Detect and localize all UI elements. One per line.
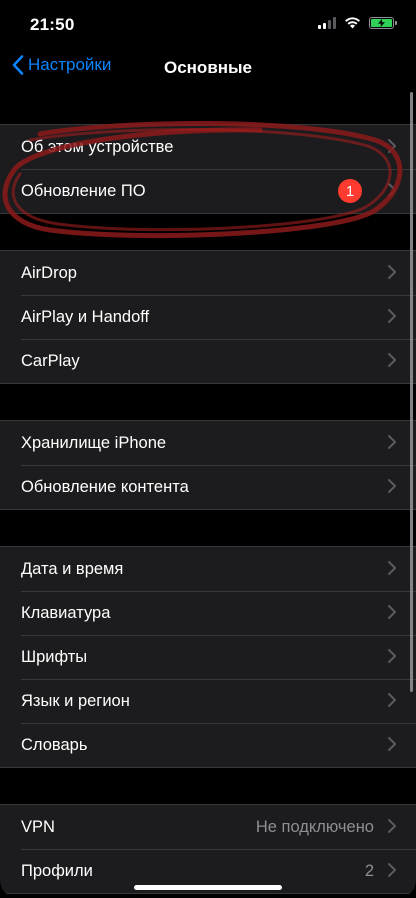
home-indicator[interactable]: [134, 885, 282, 890]
row-label: Об этом устройстве: [21, 137, 174, 156]
status-time: 21:50: [30, 15, 75, 34]
scrollbar[interactable]: [410, 92, 413, 692]
row-label: Шрифты: [21, 647, 88, 666]
row-label: Профили: [21, 861, 93, 880]
charging-bolt-icon: [378, 19, 385, 27]
row-about-device[interactable]: Об этом устройстве: [0, 125, 416, 169]
row-airplay-handoff[interactable]: AirPlay и Handoff: [0, 295, 416, 339]
row-iphone-storage[interactable]: Хранилище iPhone: [0, 421, 416, 465]
row-label: Клавиатура: [21, 603, 111, 622]
row-vpn[interactable]: VPN Не подключено: [0, 805, 416, 849]
row-date-time[interactable]: Дата и время: [0, 547, 416, 591]
chevron-right-icon: [388, 605, 396, 619]
chevron-right-icon: [388, 863, 396, 877]
row-background-refresh[interactable]: Обновление контента: [0, 465, 416, 509]
navigation-bar: Настройки Основные: [0, 50, 416, 88]
battery-icon: [369, 17, 397, 29]
row-label: Словарь: [21, 735, 88, 754]
page-title: Основные: [163, 58, 253, 77]
phone-screen: 21:50 Настройки Основные Об этом устройс…: [0, 0, 416, 898]
chevron-right-icon: [388, 265, 396, 279]
settings-group-about: Об этом устройстве Обновление ПО 1: [0, 124, 416, 214]
row-label: Хранилище iPhone: [21, 433, 167, 452]
row-value: 2: [364, 861, 374, 880]
chevron-right-icon: [388, 737, 396, 751]
row-label: AirPlay и Handoff: [21, 307, 150, 326]
chevron-right-icon: [388, 139, 396, 153]
cellular-signal-icon: [318, 17, 336, 29]
row-airdrop[interactable]: AirDrop: [0, 251, 416, 295]
row-label: Обновление ПО: [21, 181, 146, 200]
settings-group-connectivity: AirDrop AirPlay и Handoff CarPlay: [0, 250, 416, 384]
status-icons: [318, 17, 397, 29]
row-value: Не подключено: [255, 817, 374, 836]
settings-list: Об этом устройстве Обновление ПО 1 AirDr…: [0, 88, 416, 894]
chevron-right-icon: [388, 561, 396, 575]
chevron-right-icon: [388, 693, 396, 707]
row-software-update[interactable]: Обновление ПО 1: [0, 169, 416, 213]
row-keyboard[interactable]: Клавиатура: [0, 591, 416, 635]
row-label: VPN: [21, 817, 55, 836]
settings-group-network: VPN Не подключено Профили 2: [0, 804, 416, 894]
row-label: Язык и регион: [21, 691, 130, 710]
settings-group-locale: Дата и время Клавиатура Шрифты Язык и ре…: [0, 546, 416, 768]
settings-group-storage: Хранилище iPhone Обновление контента: [0, 420, 416, 510]
chevron-right-icon: [388, 649, 396, 663]
chevron-right-icon: [388, 435, 396, 449]
chevron-right-icon: [388, 479, 396, 493]
row-fonts[interactable]: Шрифты: [0, 635, 416, 679]
chevron-right-icon: [388, 183, 396, 197]
row-label: CarPlay: [21, 351, 80, 370]
row-label: Дата и время: [21, 559, 124, 578]
row-dictionary[interactable]: Словарь: [0, 723, 416, 767]
row-carplay[interactable]: CarPlay: [0, 339, 416, 383]
row-label: Обновление контента: [21, 477, 189, 496]
chevron-right-icon: [388, 309, 396, 323]
row-language-region[interactable]: Язык и регион: [0, 679, 416, 723]
chevron-right-icon: [388, 353, 396, 367]
notification-badge: 1: [338, 179, 362, 203]
status-bar: 21:50: [0, 0, 416, 50]
row-label: AirDrop: [21, 263, 77, 282]
wifi-icon: [345, 17, 360, 29]
chevron-right-icon: [388, 819, 396, 833]
